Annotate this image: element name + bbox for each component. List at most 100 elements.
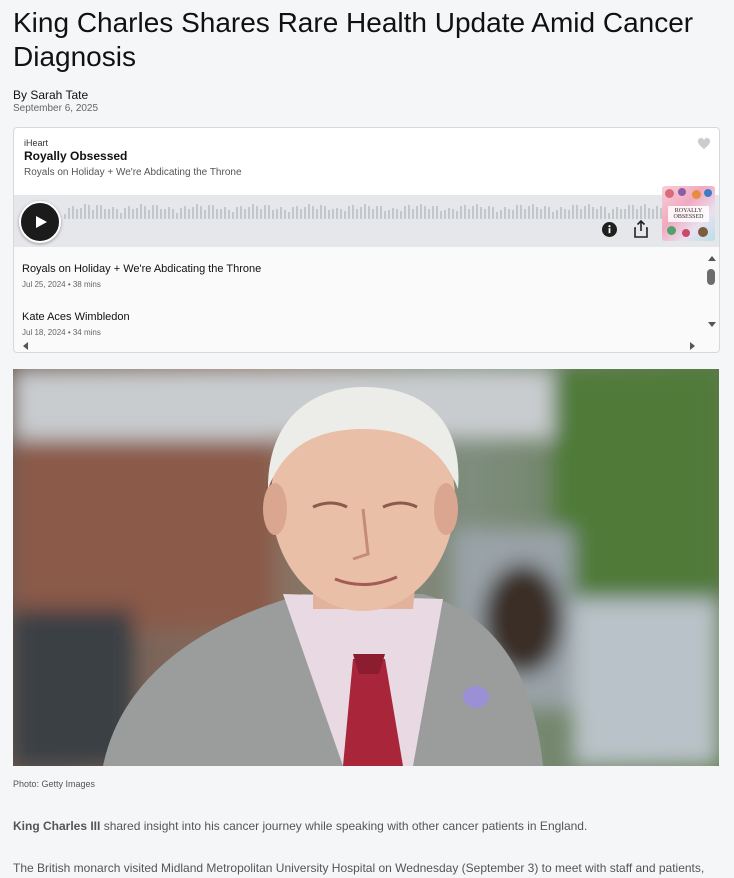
- vertical-scrollbar[interactable]: [704, 247, 719, 339]
- waveform-bar: [552, 212, 554, 219]
- waveform-bar: [148, 210, 150, 219]
- waveform-bar: [348, 206, 350, 219]
- waveform-bar: [176, 213, 178, 219]
- paragraph-text: shared insight into his cancer journey w…: [100, 819, 588, 833]
- waveform-bar: [360, 207, 362, 219]
- waveform-bar: [312, 206, 314, 219]
- waveform-bar: [72, 206, 74, 219]
- waveform-bar: [252, 204, 254, 219]
- waveform-bar: [96, 205, 98, 219]
- scroll-right-icon[interactable]: [690, 342, 695, 350]
- iheart-logo-icon[interactable]: [697, 137, 711, 149]
- waveform-bar: [524, 209, 526, 219]
- article-photo: [13, 369, 719, 766]
- waveform-bar: [500, 210, 502, 219]
- waveform-bar: [208, 205, 210, 219]
- waveform-bar: [568, 210, 570, 219]
- waveform-bar: [632, 205, 634, 219]
- waveform-bar: [624, 209, 626, 219]
- play-icon: [36, 216, 47, 228]
- waveform-bar: [620, 209, 622, 219]
- waveform-bar: [132, 209, 134, 219]
- waveform-bar: [484, 209, 486, 219]
- waveform-bar: [128, 206, 130, 219]
- current-episode-title: Royals on Holiday + We're Abdicating the…: [24, 167, 242, 178]
- waveform-bar: [328, 210, 330, 219]
- waveform-bar: [104, 209, 106, 219]
- waveform-bar: [156, 205, 158, 219]
- waveform-bar: [200, 206, 202, 219]
- waveform-bar: [588, 204, 590, 219]
- waveform-bar: [236, 207, 238, 219]
- waveform-bar: [636, 209, 638, 219]
- waveform-bar: [468, 209, 470, 219]
- waveform-bar: [108, 209, 110, 219]
- waveform-bar: [292, 207, 294, 219]
- waveform-bar: [324, 206, 326, 219]
- waveform-bar: [596, 209, 598, 219]
- waveform-bar: [336, 208, 338, 219]
- episode-title: Royals on Holiday + We're Abdicating the…: [22, 263, 262, 275]
- publish-date: September 6, 2025: [13, 103, 99, 114]
- waveform-bar: [544, 206, 546, 219]
- waveform-bar: [220, 209, 222, 219]
- waveform-bar: [64, 214, 66, 219]
- photo-caption: Photo: Getty Images: [13, 779, 96, 789]
- waveform-bar: [400, 211, 402, 219]
- subject-name[interactable]: King Charles III: [13, 819, 100, 833]
- share-icon[interactable]: [633, 219, 649, 238]
- waveform-bar: [592, 207, 594, 219]
- scroll-up-icon[interactable]: [708, 256, 716, 261]
- waveform-bar: [372, 209, 374, 219]
- waveform-bar: [492, 207, 494, 219]
- scroll-down-icon[interactable]: [708, 322, 716, 327]
- waveform-bar: [264, 205, 266, 219]
- waveform-bar: [380, 206, 382, 219]
- info-icon[interactable]: [602, 222, 617, 237]
- scrollbar-thumb[interactable]: [707, 269, 715, 285]
- waveform-bar: [508, 209, 510, 219]
- waveform-bar: [420, 204, 422, 219]
- waveform-bar: [424, 206, 426, 219]
- waveform-bar: [376, 206, 378, 219]
- waveform-bar: [136, 208, 138, 219]
- waveform-bar: [576, 205, 578, 219]
- episode-item[interactable]: Kate Aces Wimbledon Jul 18, 2024 • 34 mi…: [22, 311, 130, 337]
- horizontal-scrollbar[interactable]: [14, 339, 719, 352]
- waveform-bar: [428, 209, 430, 219]
- waveform-bar: [316, 209, 318, 219]
- podcast-cover-art[interactable]: ROYALLY OBSESSED: [662, 186, 715, 241]
- play-button[interactable]: [19, 201, 61, 243]
- waveform-bar: [184, 206, 186, 219]
- waveform-bar: [448, 208, 450, 219]
- waveform-bar: [648, 208, 650, 219]
- waveform-bar: [112, 207, 114, 219]
- waveform-bar: [280, 207, 282, 219]
- waveform-bar: [116, 209, 118, 219]
- waveform-bar: [564, 209, 566, 219]
- waveform[interactable]: [64, 201, 664, 219]
- episode-item[interactable]: Royals on Holiday + We're Abdicating the…: [22, 263, 261, 289]
- waveform-bar: [652, 209, 654, 219]
- waveform-bar: [100, 205, 102, 219]
- waveform-bar: [584, 206, 586, 219]
- waveform-bar: [212, 205, 214, 219]
- waveform-bar: [332, 209, 334, 219]
- waveform-bar: [124, 208, 126, 219]
- player-brand: iHeart: [24, 138, 49, 148]
- waveform-bar: [144, 206, 146, 219]
- waveform-bar: [616, 207, 618, 219]
- waveform-bar: [196, 204, 198, 219]
- waveform-bar: [392, 208, 394, 219]
- scroll-left-icon[interactable]: [23, 342, 28, 350]
- waveform-bar: [356, 209, 358, 219]
- waveform-bar: [452, 209, 454, 219]
- article-headline: King Charles Shares Rare Health Update A…: [13, 7, 694, 72]
- waveform-bar: [364, 204, 366, 219]
- waveform-bar: [656, 206, 658, 219]
- waveform-bar: [480, 207, 482, 219]
- waveform-bar: [168, 207, 170, 219]
- waveform-bar: [600, 206, 602, 219]
- waveform-bar: [284, 210, 286, 219]
- podcast-show-title[interactable]: Royally Obsessed: [24, 149, 127, 163]
